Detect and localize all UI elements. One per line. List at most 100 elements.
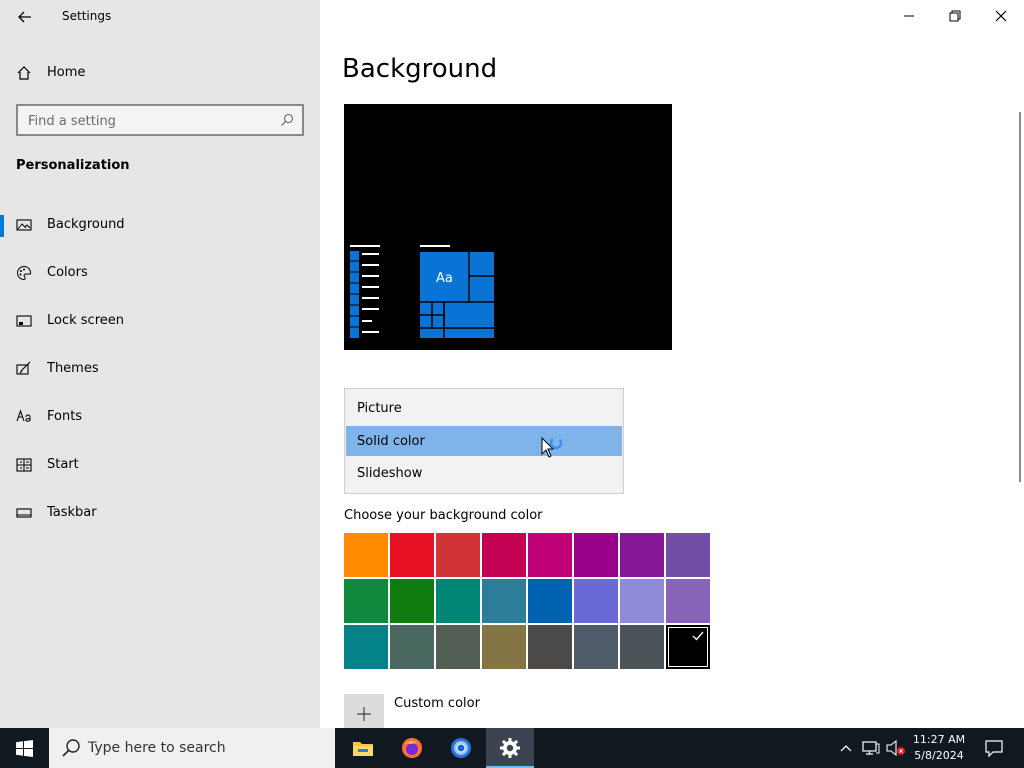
network-icon[interactable] bbox=[862, 739, 880, 757]
custom-color-label: Custom color bbox=[394, 696, 480, 711]
color-swatch[interactable] bbox=[482, 625, 526, 669]
fonts-icon bbox=[16, 409, 31, 422]
back-arrow-icon bbox=[18, 11, 31, 23]
taskbar-app-chrome[interactable] bbox=[437, 728, 485, 768]
home-icon bbox=[17, 66, 31, 80]
window-title: Settings bbox=[62, 9, 112, 23]
sidebar: Settings Home Personalization Background… bbox=[0, 0, 320, 728]
color-swatch[interactable] bbox=[436, 625, 480, 669]
search-icon[interactable] bbox=[280, 113, 294, 127]
sidebar-item-label: Taskbar bbox=[47, 505, 97, 520]
sidebar-item-label: Themes bbox=[47, 361, 99, 376]
choose-color-label: Choose your background color bbox=[344, 508, 543, 523]
close-icon bbox=[995, 10, 1007, 22]
dropdown-option-solid-color[interactable]: Solid color bbox=[346, 426, 622, 456]
home-label: Home bbox=[47, 65, 86, 80]
plus-icon bbox=[357, 707, 371, 721]
color-swatch[interactable] bbox=[528, 579, 572, 623]
chrome-icon bbox=[451, 738, 471, 758]
color-swatch[interactable] bbox=[436, 533, 480, 577]
sidebar-item-start[interactable]: Start bbox=[0, 445, 320, 485]
scrollbar[interactable] bbox=[1019, 112, 1021, 482]
sidebar-item-themes[interactable]: Themes bbox=[0, 349, 320, 389]
settings-icon bbox=[500, 738, 520, 758]
sidebar-item-label: Background bbox=[47, 217, 125, 232]
color-swatch[interactable] bbox=[620, 533, 664, 577]
back-button[interactable] bbox=[14, 6, 36, 28]
color-swatch[interactable] bbox=[666, 625, 710, 669]
dropdown-option-picture[interactable]: Picture bbox=[346, 393, 622, 423]
sidebar-item-background[interactable]: Background bbox=[0, 205, 320, 245]
dropdown-option-label: Solid color bbox=[357, 434, 425, 449]
minimize-button[interactable] bbox=[886, 0, 932, 32]
sidebar-item-label: Start bbox=[47, 457, 79, 472]
lock-screen-icon bbox=[16, 315, 32, 327]
taskbar-icon bbox=[16, 508, 32, 518]
color-swatch[interactable] bbox=[528, 625, 572, 669]
sidebar-item-colors[interactable]: Colors bbox=[0, 253, 320, 293]
settings-search-box[interactable] bbox=[16, 104, 304, 136]
start-icon bbox=[16, 458, 32, 472]
taskbar-search-box[interactable]: Type here to search bbox=[49, 728, 335, 768]
busy-cursor-icon bbox=[541, 436, 563, 458]
preview-tile-text: Aa bbox=[436, 271, 453, 286]
color-swatch[interactable] bbox=[390, 533, 434, 577]
clock-date: 5/8/2024 bbox=[914, 749, 964, 762]
file-explorer-icon bbox=[353, 742, 373, 756]
section-title: Personalization bbox=[16, 158, 130, 173]
color-swatch[interactable] bbox=[666, 579, 710, 623]
color-swatch[interactable] bbox=[436, 579, 480, 623]
color-swatch[interactable] bbox=[344, 579, 388, 623]
picture-icon bbox=[16, 219, 32, 231]
background-type-dropdown[interactable]: Picture Solid color Slideshow bbox=[344, 388, 624, 494]
start-button[interactable] bbox=[0, 728, 48, 768]
chevron-up-icon[interactable] bbox=[839, 739, 853, 757]
settings-search-input[interactable] bbox=[18, 106, 280, 136]
custom-color-button[interactable]: Custom color bbox=[344, 694, 644, 734]
restore-button[interactable] bbox=[932, 0, 978, 32]
minimize-icon bbox=[904, 15, 914, 17]
notification-center-icon[interactable] bbox=[984, 738, 1004, 758]
firefox-icon bbox=[402, 738, 422, 758]
themes-icon bbox=[16, 361, 31, 375]
desktop-preview: Aa bbox=[344, 104, 672, 350]
search-icon bbox=[62, 739, 80, 757]
palette-icon bbox=[17, 265, 32, 281]
color-swatch[interactable] bbox=[482, 533, 526, 577]
color-swatch[interactable] bbox=[344, 625, 388, 669]
taskbar: Type here to search 11:27 AM 5/8/2024 bbox=[0, 728, 1024, 768]
checkmark-icon bbox=[692, 631, 704, 641]
taskbar-clock[interactable]: 11:27 AM 5/8/2024 bbox=[906, 732, 972, 764]
taskbar-app-settings[interactable] bbox=[486, 728, 534, 768]
color-swatch[interactable] bbox=[390, 579, 434, 623]
color-swatch[interactable] bbox=[620, 625, 664, 669]
restore-icon bbox=[949, 10, 961, 22]
color-swatch[interactable] bbox=[390, 625, 434, 669]
taskbar-app-file-explorer[interactable] bbox=[339, 728, 387, 768]
dropdown-option-label: Slideshow bbox=[357, 466, 423, 481]
sidebar-item-taskbar[interactable]: Taskbar bbox=[0, 493, 320, 533]
dropdown-option-slideshow[interactable]: Slideshow bbox=[346, 458, 622, 488]
color-swatch[interactable] bbox=[620, 579, 664, 623]
color-swatch[interactable] bbox=[574, 533, 618, 577]
close-button[interactable] bbox=[978, 0, 1024, 32]
volume-muted-icon[interactable] bbox=[886, 739, 906, 757]
clock-time: 11:27 AM bbox=[912, 733, 966, 746]
color-swatch[interactable] bbox=[482, 579, 526, 623]
start-menu-preview bbox=[350, 245, 494, 338]
color-swatch[interactable] bbox=[666, 533, 710, 577]
dropdown-option-label: Picture bbox=[357, 401, 402, 416]
sidebar-item-lock-screen[interactable]: Lock screen bbox=[0, 301, 320, 341]
color-swatch[interactable] bbox=[574, 579, 618, 623]
taskbar-app-firefox[interactable] bbox=[388, 728, 436, 768]
color-swatch[interactable] bbox=[528, 533, 572, 577]
sidebar-item-label: Lock screen bbox=[47, 313, 124, 328]
color-swatch[interactable] bbox=[344, 533, 388, 577]
taskbar-search-placeholder: Type here to search bbox=[88, 740, 226, 756]
home-nav[interactable]: Home bbox=[0, 58, 320, 88]
sidebar-item-label: Fonts bbox=[47, 409, 83, 424]
sidebar-item-fonts[interactable]: Fonts bbox=[0, 397, 320, 437]
sidebar-item-label: Colors bbox=[47, 265, 88, 280]
color-swatch[interactable] bbox=[574, 625, 618, 669]
windows-logo-icon bbox=[16, 740, 33, 757]
